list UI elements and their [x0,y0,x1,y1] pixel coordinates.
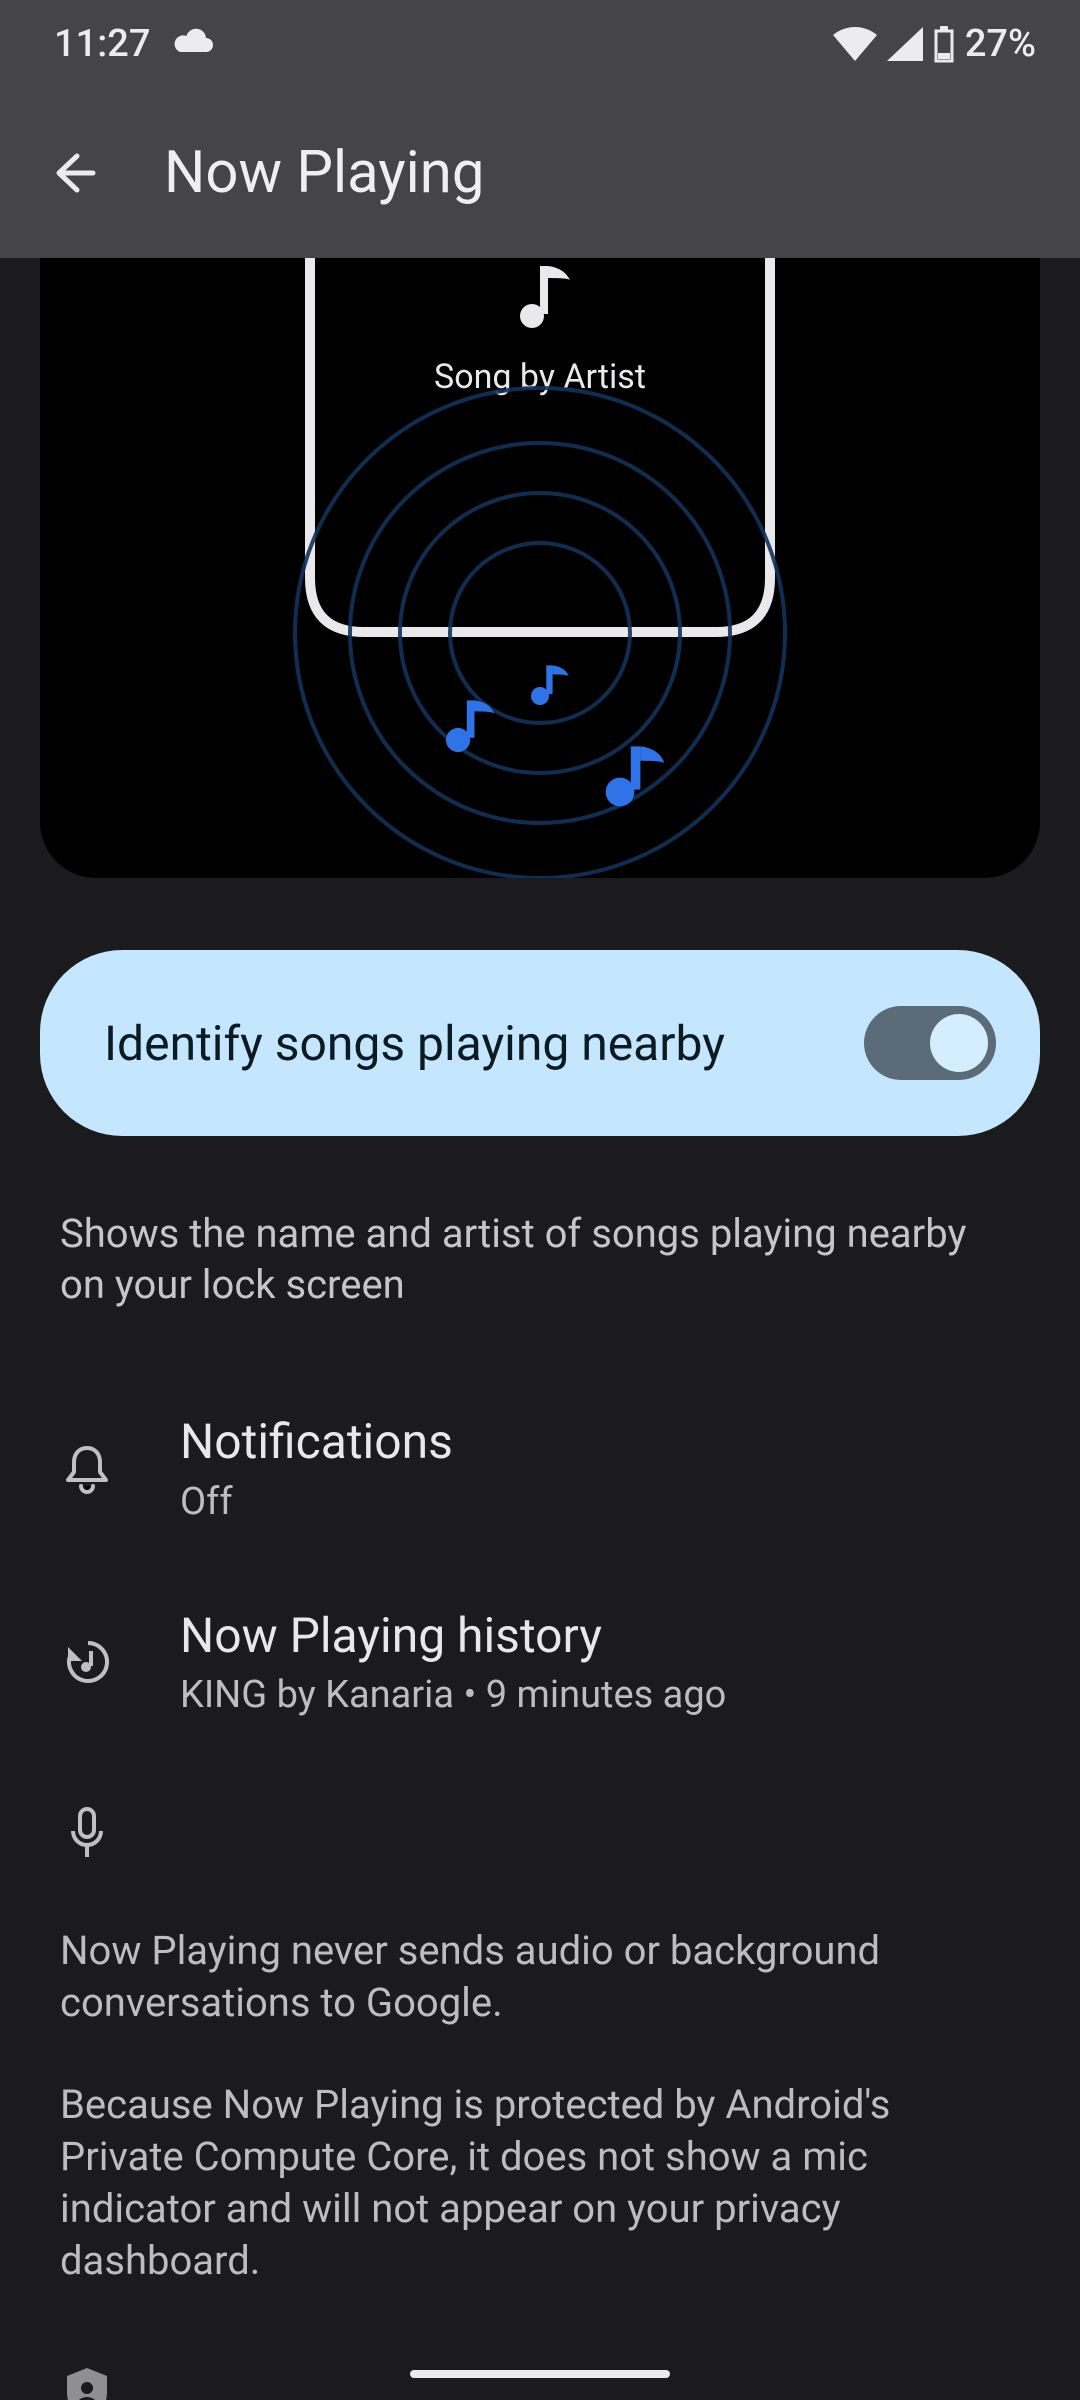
history-title: Now Playing history [180,1608,1020,1663]
notifications-row[interactable]: Notifications Off [60,1414,1020,1523]
switch-thumb [930,1014,988,1072]
info-paragraph-2: Because Now Playing is protected by Andr… [60,2079,1020,2287]
notifications-title: Notifications [180,1414,1020,1469]
cloud-icon [170,22,216,66]
history-row[interactable]: Now Playing history KING by Kanaria • 9 … [60,1608,1020,1717]
mic-info-row [60,1807,1020,1861]
history-icon [60,1635,114,1689]
privacy-shield-icon [60,2367,114,2400]
wifi-icon [833,27,877,61]
back-button[interactable] [44,145,100,201]
page-title: Now Playing [164,139,484,207]
gesture-nav-indicator[interactable] [410,2370,670,2378]
info-paragraph-1: Now Playing never sends audio or backgro… [60,1925,1020,2029]
identify-songs-toggle-row[interactable]: Identify songs playing nearby [40,950,1040,1136]
identify-songs-switch[interactable] [864,1006,996,1080]
status-bar: 11:27 27% [0,0,1080,88]
battery-icon [933,25,955,63]
history-sub: KING by Kanaria • 9 minutes ago [180,1673,1020,1717]
identify-songs-label: Identify songs playing nearby [104,1015,725,1072]
cell-signal-icon [887,27,923,61]
hero-placeholder-text: Song by Artist [434,357,646,397]
app-bar: Now Playing [0,88,1080,258]
notifications-sub: Off [180,1480,1020,1524]
battery-percent: 27% [965,22,1036,66]
status-time: 11:27 [54,22,150,66]
microphone-icon [60,1807,114,1861]
feature-description: Shows the name and artist of songs playi… [60,1208,1020,1310]
arrow-left-icon [47,148,97,198]
hero-illustration: Song by Artist [40,258,1040,878]
bell-icon [60,1442,114,1496]
